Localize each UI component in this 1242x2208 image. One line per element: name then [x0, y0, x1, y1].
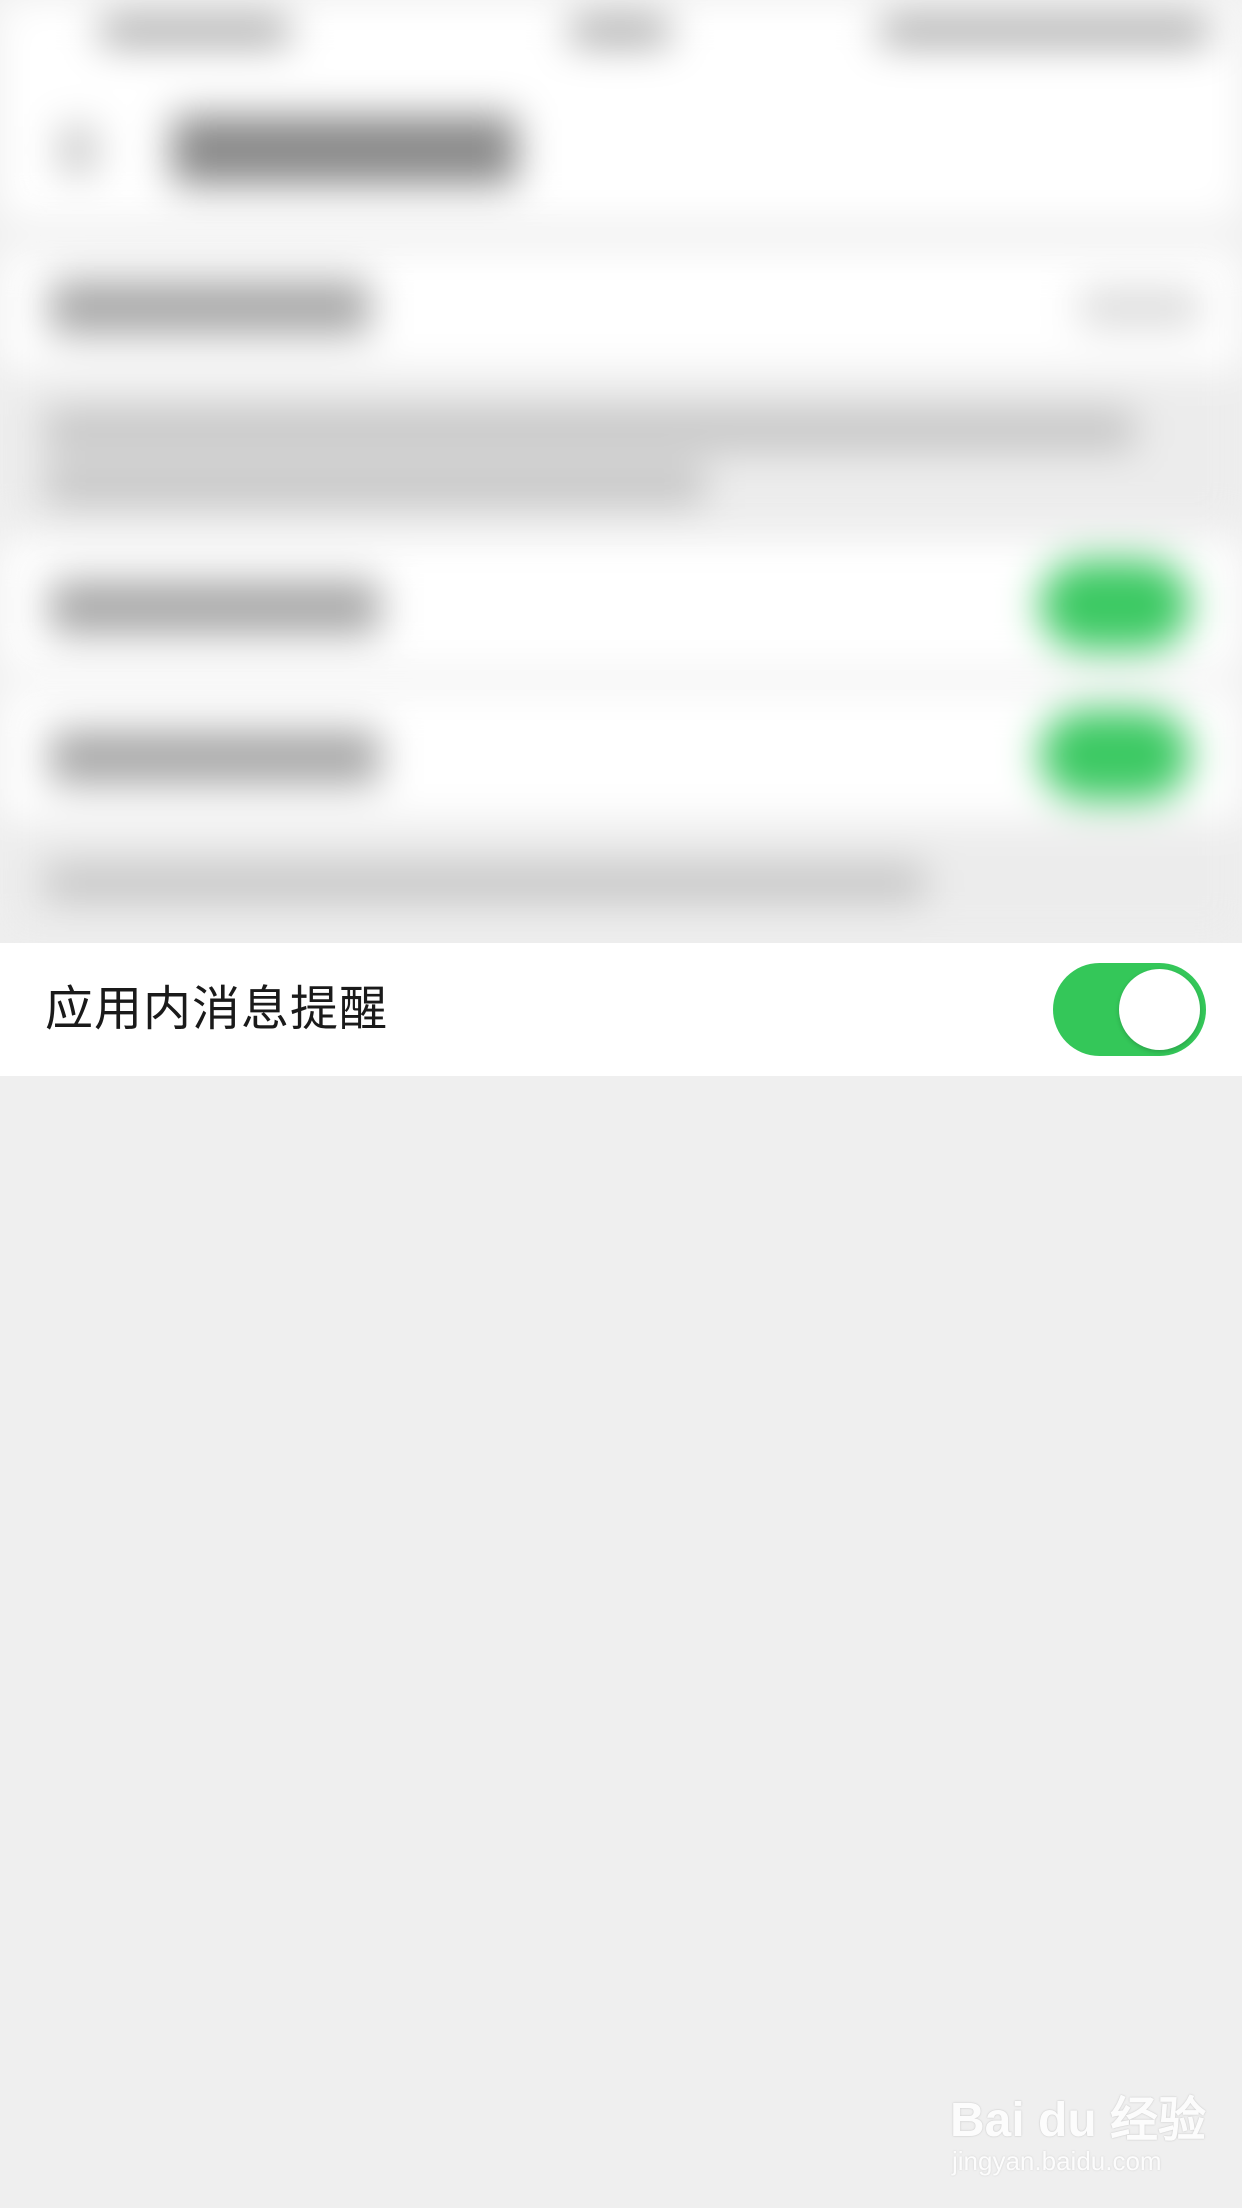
in-app-notification-label: 应用内消息提醒 — [45, 981, 389, 1037]
watermark-logo-text: Bai du 经验 — [950, 2094, 1207, 2147]
toggle-knob — [1119, 969, 1200, 1050]
blurred-nav-bar — [0, 70, 1242, 220]
blurred-status-bar — [0, 0, 1242, 70]
blurred-row — [0, 690, 1242, 820]
blurred-description — [0, 820, 1242, 940]
in-app-notification-row: 应用内消息提醒 — [0, 943, 1242, 1076]
blurred-row — [0, 540, 1242, 670]
blurred-row — [0, 250, 1242, 370]
in-app-notification-toggle[interactable] — [1053, 963, 1206, 1056]
blurred-description — [0, 370, 1242, 530]
blurred-background — [0, 0, 1242, 1100]
watermark-url-text: jingyan.baidu.com — [952, 2146, 1162, 2176]
baidu-jingyan-watermark: Bai du 经验 jingyan.baidu.com — [950, 2080, 1206, 2190]
